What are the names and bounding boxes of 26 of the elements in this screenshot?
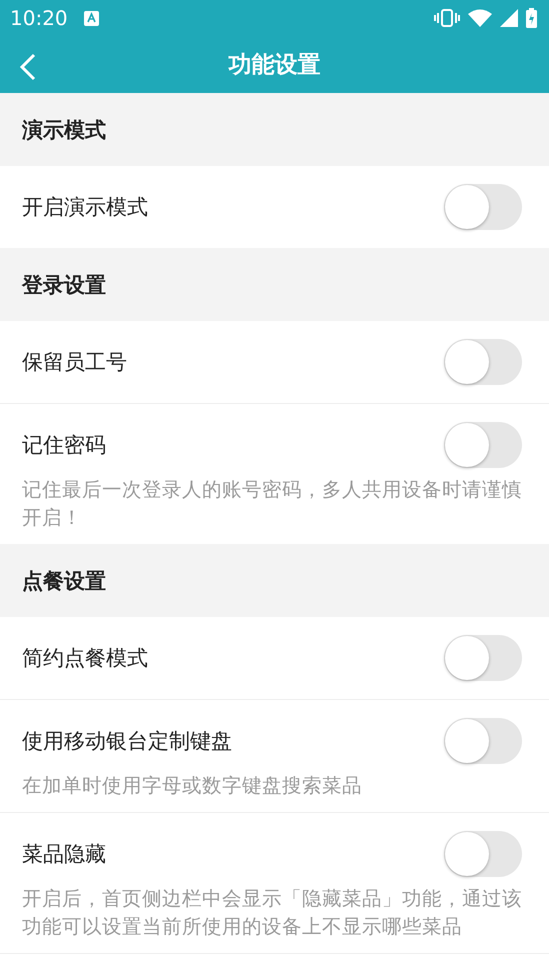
section-header: 点餐设置 [0, 544, 549, 617]
setting-label: 保留员工号 [22, 349, 127, 376]
signal-icon [500, 9, 518, 27]
setting-label: 简约点餐模式 [22, 645, 148, 672]
vibrate-icon [434, 9, 460, 27]
toggle-switch[interactable] [444, 184, 522, 230]
setting-description: 在加单时使用字母或数字键盘搜索菜品 [22, 773, 363, 799]
section-header: 演示模式 [0, 93, 549, 166]
toggle-switch[interactable] [444, 339, 522, 385]
toggle-switch[interactable] [444, 831, 522, 877]
wifi-icon [468, 9, 492, 27]
status-time: 10:20 [10, 6, 68, 30]
section-header: 登录设置 [0, 248, 549, 321]
setting-label: 菜品隐藏 [22, 841, 106, 868]
back-chevron-icon [18, 52, 38, 82]
keyboard-notification-icon [84, 10, 99, 26]
toggle-switch[interactable] [444, 635, 522, 681]
screen-title: 功能设置 [228, 51, 320, 80]
toggle-switch[interactable] [444, 718, 522, 764]
setting-label: 记住密码 [22, 432, 106, 459]
setting-label: 使用移动银台定制键盘 [22, 728, 232, 755]
setting-label: 开启演示模式 [22, 194, 148, 221]
setting-description: 记住最后一次登录人的账号密码，多人共用设备时请谨慎开启！ [22, 477, 522, 531]
setting-description: 开启后，首页侧边栏中会显示「隐藏菜品」功能，通过该功能可以设置当前所使用的设备上不显示哪些菜品 [22, 886, 522, 940]
toggle-switch[interactable] [444, 422, 522, 468]
battery-icon [526, 8, 537, 28]
